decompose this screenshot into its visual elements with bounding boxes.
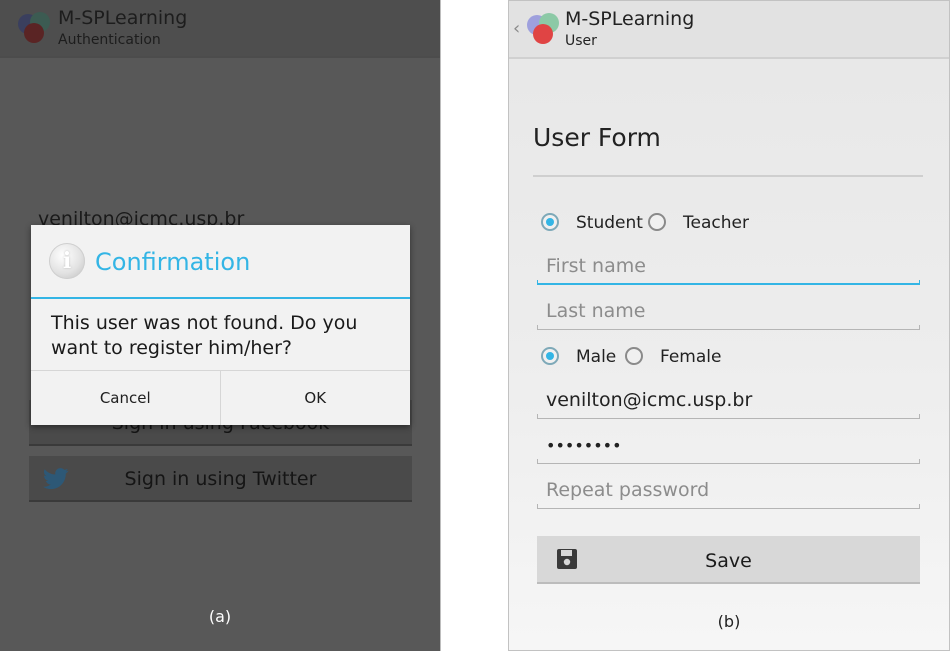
female-radio-label[interactable]: Female: [660, 347, 721, 367]
email-field[interactable]: venilton@icmc.usp.br: [537, 383, 920, 419]
screen-subtitle: Authentication: [58, 32, 161, 48]
app-title: M-SPLearning: [58, 7, 188, 29]
repeat-password-field[interactable]: Repeat password: [537, 473, 920, 509]
teacher-radio-label[interactable]: Teacher: [683, 213, 749, 233]
last-name-underline: [537, 325, 920, 330]
twitter-signin-label: Sign in using Twitter: [124, 468, 317, 490]
app-logo-icon: [16, 10, 52, 46]
email-value: venilton@icmc.usp.br: [546, 389, 753, 411]
screen-subtitle: User: [565, 33, 597, 49]
female-radio[interactable]: [625, 347, 643, 365]
email-underline: [537, 414, 920, 419]
back-chevron-icon[interactable]: ‹: [513, 18, 520, 39]
last-name-placeholder: Last name: [546, 300, 646, 322]
password-value: ••••••••: [546, 436, 622, 455]
male-radio[interactable]: [541, 347, 559, 365]
last-name-field[interactable]: Last name: [537, 294, 920, 330]
first-name-underline: [537, 280, 920, 285]
figure-caption-a: (a): [208, 607, 232, 626]
student-radio[interactable]: [541, 213, 559, 231]
male-radio-label[interactable]: Male: [576, 347, 616, 367]
figure-caption-b: (b): [717, 612, 741, 631]
cancel-button[interactable]: Cancel: [31, 371, 221, 425]
teacher-radio[interactable]: [648, 213, 666, 231]
user-form-screen: ‹ M-SPLearning User User Form Student Te…: [508, 0, 950, 651]
dialog-title-divider: [31, 297, 410, 299]
dialog-message: This user was not found. Do you want to …: [51, 312, 358, 359]
student-radio-label[interactable]: Student: [576, 213, 643, 233]
twitter-signin-button[interactable]: Sign in using Twitter: [29, 456, 412, 502]
dialog-button-bar: Cancel OK: [31, 370, 410, 425]
first-name-field[interactable]: First name: [537, 249, 920, 285]
info-icon: i: [49, 243, 85, 279]
repeat-password-placeholder: Repeat password: [546, 479, 710, 501]
action-bar: M-SPLearning Authentication: [0, 0, 440, 58]
confirmation-dialog: i Confirmation This user was not found. …: [31, 225, 410, 425]
action-bar: ‹ M-SPLearning User: [509, 1, 949, 59]
save-label: Save: [705, 550, 752, 572]
title-divider: [533, 175, 923, 177]
app-title: M-SPLearning: [565, 8, 695, 30]
first-name-placeholder: First name: [546, 255, 646, 277]
dialog-title: Confirmation: [95, 248, 251, 276]
form-title: User Form: [533, 123, 661, 152]
ok-button[interactable]: OK: [221, 371, 411, 425]
save-button[interactable]: Save: [537, 536, 920, 584]
authentication-screen: M-SPLearning Authentication venilton@icm…: [0, 0, 441, 651]
app-logo-icon[interactable]: [525, 11, 561, 47]
repeat-password-underline: [537, 504, 920, 509]
password-underline: [537, 459, 920, 464]
password-field[interactable]: ••••••••: [537, 428, 920, 464]
